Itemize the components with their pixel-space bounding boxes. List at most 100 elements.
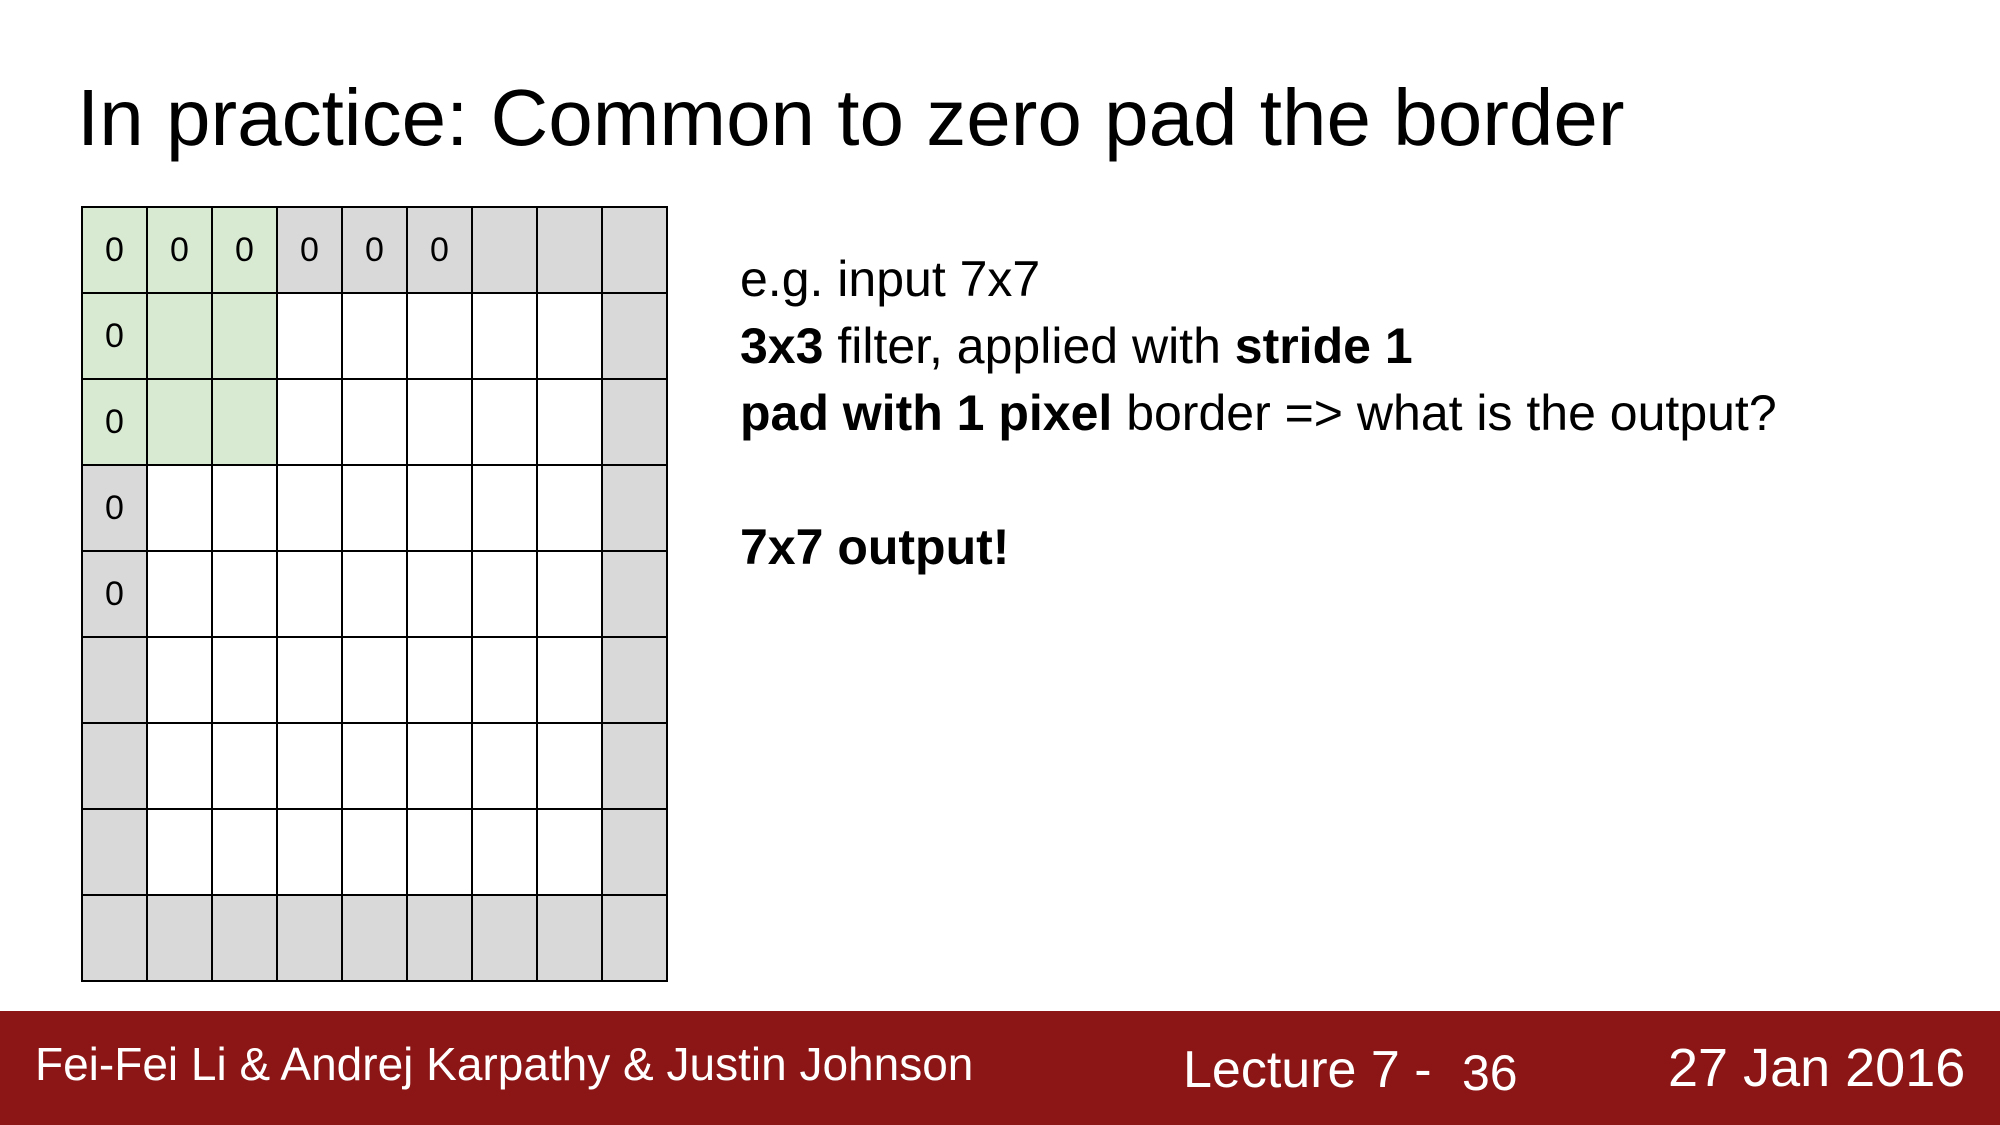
padding-cell: 0 xyxy=(148,208,213,294)
input-cell xyxy=(148,552,213,638)
input-cell xyxy=(538,552,603,638)
answer-text: 7x7 output! xyxy=(740,519,1010,575)
input-cell xyxy=(343,810,408,896)
footer-authors: Fei-Fei Li & Andrej Karpathy & Justin Jo… xyxy=(35,1038,974,1090)
padding-cell: 0 xyxy=(83,466,148,552)
input-cell xyxy=(213,810,278,896)
padding-cell xyxy=(83,896,148,982)
padding-cell xyxy=(473,208,538,294)
input-cell xyxy=(278,380,343,466)
padding-cell xyxy=(278,896,343,982)
input-cell xyxy=(473,638,538,724)
input-cell xyxy=(408,552,473,638)
input-cell xyxy=(278,552,343,638)
input-cell xyxy=(473,380,538,466)
padding-cell xyxy=(148,896,213,982)
input-cell xyxy=(343,724,408,810)
input-cell xyxy=(278,294,343,380)
padding-cell xyxy=(603,466,668,552)
padding-cell xyxy=(603,810,668,896)
padding-cell xyxy=(538,208,603,294)
filter-size-text: 3x3 xyxy=(740,318,824,374)
padding-size-text: pad with 1 pixel xyxy=(740,385,1113,441)
input-cell xyxy=(213,380,278,466)
input-cell xyxy=(408,724,473,810)
padding-cell: 0 xyxy=(408,208,473,294)
padding-cell xyxy=(213,896,278,982)
input-cell xyxy=(473,724,538,810)
input-cell xyxy=(343,380,408,466)
slide-title: In practice: Common to zero pad the bord… xyxy=(77,73,1625,162)
input-cell xyxy=(538,638,603,724)
padding-cell: 0 xyxy=(83,552,148,638)
input-cell xyxy=(148,810,213,896)
padding-cell xyxy=(538,896,603,982)
padding-cell: 0 xyxy=(278,208,343,294)
input-cell xyxy=(538,380,603,466)
input-cell xyxy=(148,466,213,552)
input-cell xyxy=(148,638,213,724)
input-size-line: e.g. input 7x7 xyxy=(740,246,1777,313)
padding-cell: 0 xyxy=(213,208,278,294)
footer-lecture: Lecture 7 - xyxy=(1183,1041,1432,1099)
input-cell xyxy=(538,724,603,810)
input-cell xyxy=(213,552,278,638)
stride-text: stride 1 xyxy=(1234,318,1413,374)
input-cell xyxy=(213,294,278,380)
input-cell xyxy=(538,810,603,896)
input-cell xyxy=(538,294,603,380)
padding-cell xyxy=(408,896,473,982)
padding-cell xyxy=(83,810,148,896)
input-cell xyxy=(278,724,343,810)
input-cell xyxy=(213,724,278,810)
input-cell xyxy=(408,466,473,552)
padding-cell xyxy=(603,724,668,810)
input-cell xyxy=(408,294,473,380)
input-cell xyxy=(213,638,278,724)
input-cell xyxy=(278,466,343,552)
footer-date: 27 Jan 2016 xyxy=(1668,1038,1966,1098)
padding-cell xyxy=(83,724,148,810)
answer-line: 7x7 output! xyxy=(740,514,1777,581)
padding-question-text: border => what is the output? xyxy=(1112,385,1777,441)
padding-cell xyxy=(603,208,668,294)
padding-line: pad with 1 pixel border => what is the o… xyxy=(740,380,1777,447)
padding-cell xyxy=(603,552,668,638)
padding-cell xyxy=(343,896,408,982)
input-cell xyxy=(278,638,343,724)
input-cell xyxy=(473,552,538,638)
input-cell xyxy=(343,552,408,638)
input-cell xyxy=(148,380,213,466)
input-cell xyxy=(148,294,213,380)
footer-page-number: 36 xyxy=(1462,1045,1518,1101)
padding-cell xyxy=(603,294,668,380)
input-cell xyxy=(148,724,213,810)
input-cell xyxy=(408,380,473,466)
input-cell xyxy=(343,294,408,380)
padding-cell xyxy=(473,896,538,982)
padding-cell: 0 xyxy=(83,380,148,466)
padded-input-grid: 0000000000 xyxy=(81,206,668,982)
padding-cell xyxy=(83,638,148,724)
input-cell xyxy=(538,466,603,552)
input-cell xyxy=(473,466,538,552)
padding-cell xyxy=(603,638,668,724)
input-cell xyxy=(278,810,343,896)
filter-line: 3x3 filter, applied with stride 1 xyxy=(740,313,1777,380)
explanation-text: e.g. input 7x7 3x3 filter, applied with … xyxy=(740,246,1777,581)
padding-cell xyxy=(603,896,668,982)
input-cell xyxy=(473,810,538,896)
input-cell xyxy=(213,466,278,552)
padding-cell: 0 xyxy=(83,294,148,380)
padding-cell xyxy=(603,380,668,466)
input-cell xyxy=(408,638,473,724)
input-cell xyxy=(343,638,408,724)
footer-bar: Fei-Fei Li & Andrej Karpathy & Justin Jo… xyxy=(0,1011,2000,1125)
input-cell xyxy=(343,466,408,552)
input-cell xyxy=(473,294,538,380)
padding-cell: 0 xyxy=(83,208,148,294)
filter-desc-text: filter, applied with xyxy=(823,318,1235,374)
input-size-text: e.g. input 7x7 xyxy=(740,251,1041,307)
input-cell xyxy=(408,810,473,896)
padding-cell: 0 xyxy=(343,208,408,294)
